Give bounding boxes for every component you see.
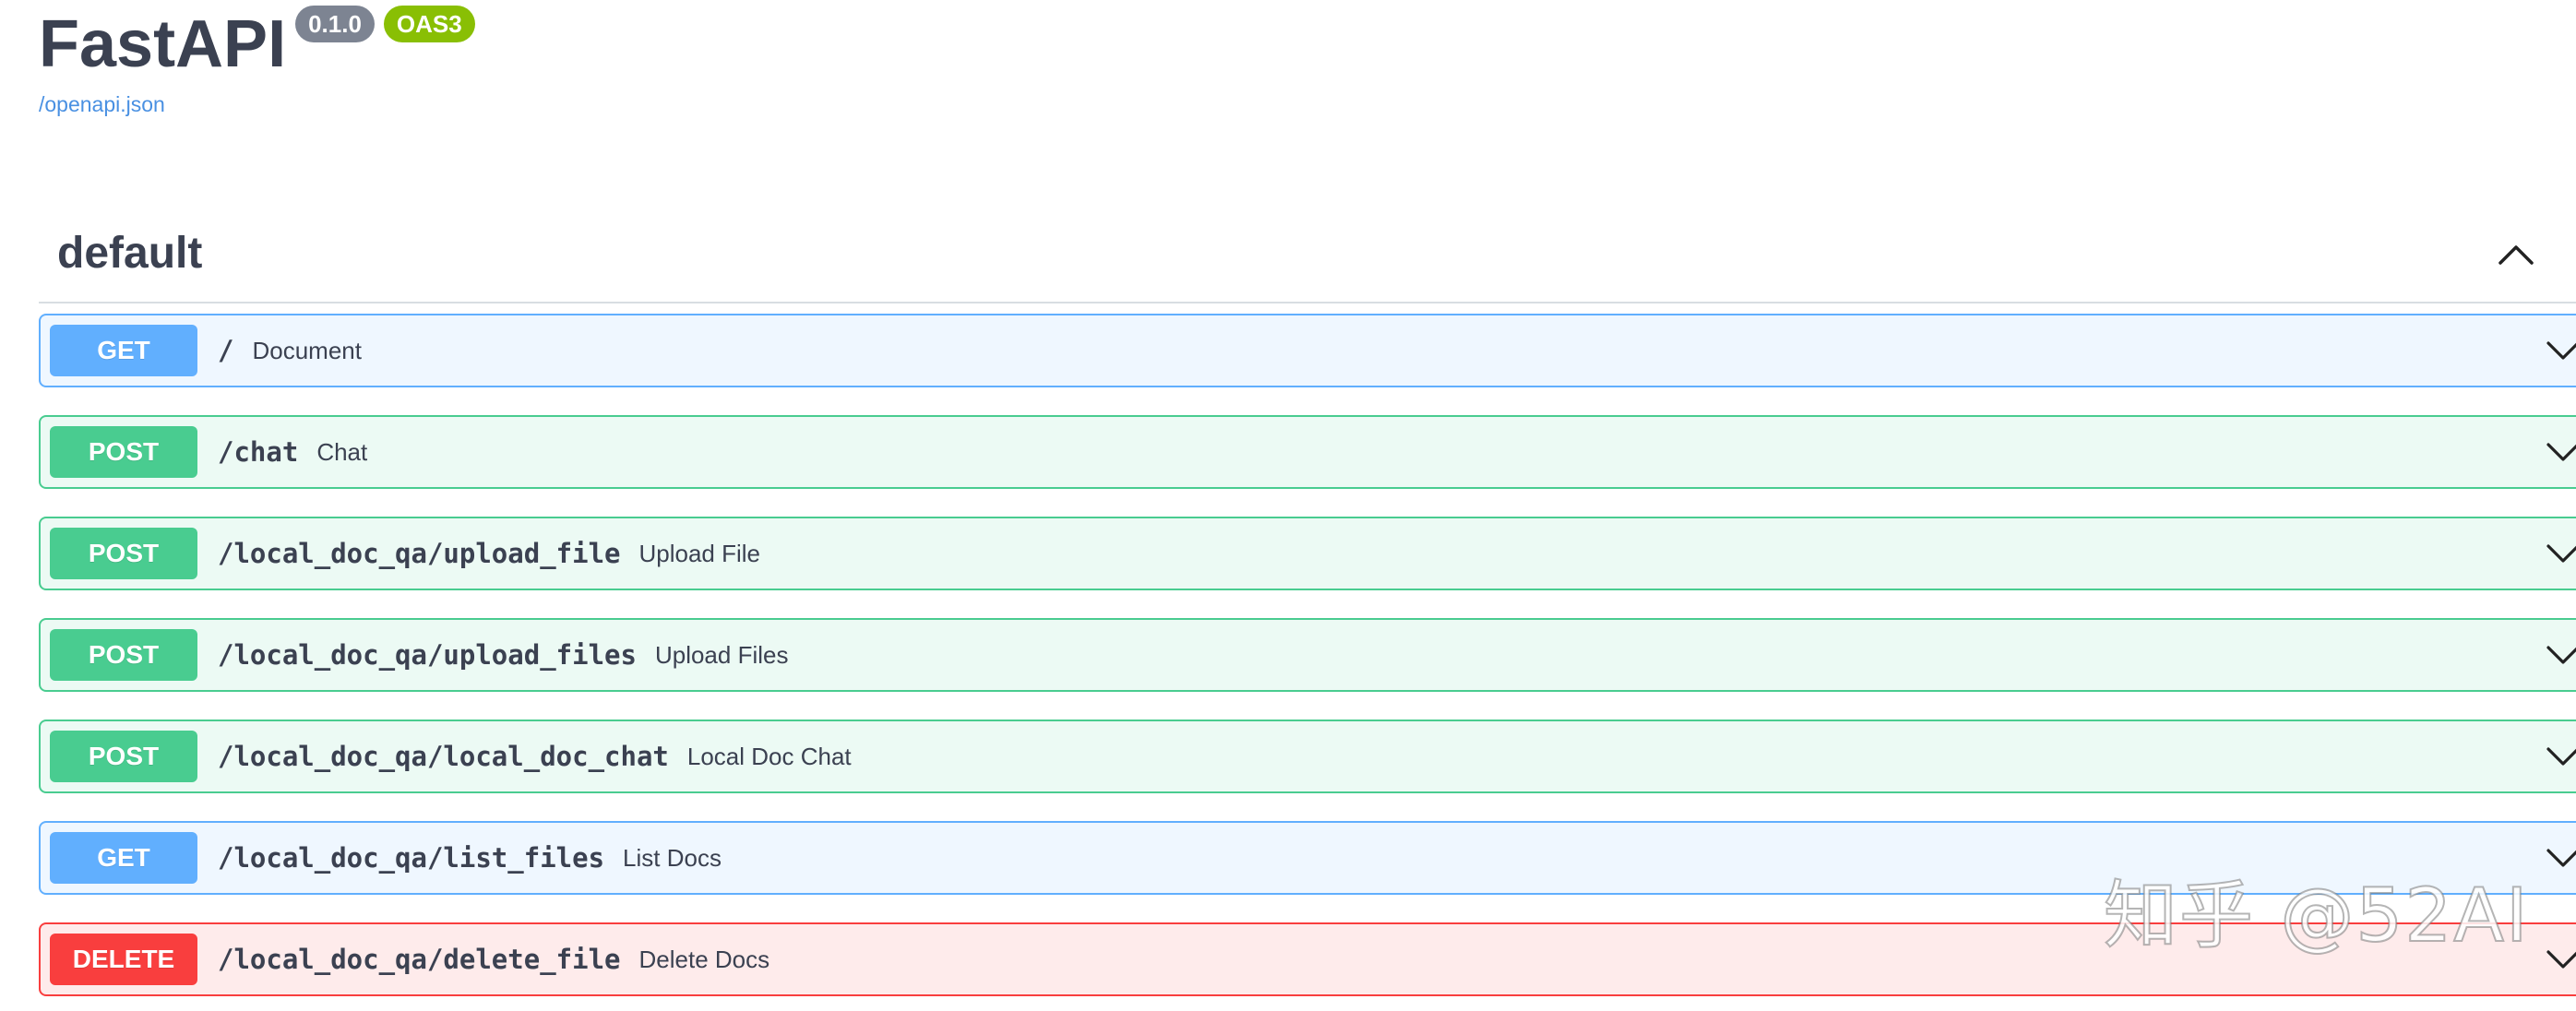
chevron-down-icon[interactable] (2543, 532, 2576, 573)
operations-list: GET / Document POST/chat Chat POST/local_doc_… (39, 314, 2576, 1011)
chevron-down-icon[interactable] (2543, 837, 2576, 877)
operation-path: /local_doc_qa/delete_file (218, 944, 621, 975)
operation-summary: Upload Files (654, 640, 789, 669)
method-badge: GET (50, 325, 197, 376)
operation-path: /local_doc_qa/upload_files (218, 639, 637, 671)
openapi-json-link[interactable]: /openapi.json (39, 92, 475, 117)
operation-row-delete[interactable]: DELETE/local_doc_qa/delete_file Delete Do… (39, 922, 2576, 996)
api-info-header: FastAPI 0.1.0 OAS3 /openapi.json (39, 0, 475, 117)
operation-row-post[interactable]: POST/local_doc_qa/upload_files Upload Fil… (39, 618, 2576, 692)
operation-summary: Delete Docs (638, 945, 770, 973)
operation-summary: List Docs (623, 843, 722, 872)
chevron-down-icon[interactable] (2543, 634, 2576, 674)
chevron-up-icon[interactable] (2493, 232, 2539, 278)
chevron-down-icon[interactable] (2543, 431, 2576, 471)
chevron-down-icon[interactable] (2543, 938, 2576, 979)
operation-summary: Local Doc Chat (686, 742, 852, 770)
method-badge: DELETE (50, 934, 197, 985)
tag-section-header[interactable]: default (39, 208, 2576, 303)
operation-summary: Chat (316, 437, 368, 466)
api-title: FastAPI (39, 7, 287, 81)
operation-row-get[interactable]: GET/local_doc_qa/list_files List Docs (39, 821, 2576, 895)
method-badge: POST (50, 528, 197, 579)
tag-section-title: default (57, 229, 203, 278)
method-badge: POST (50, 426, 197, 478)
operation-row-post[interactable]: POST/chat Chat (39, 415, 2576, 489)
operation-path: / (218, 335, 234, 366)
operation-summary: Document (252, 336, 362, 364)
operation-summary: Upload File (638, 539, 761, 567)
swagger-page: FastAPI 0.1.0 OAS3 /openapi.json default… (0, 0, 2576, 1011)
chevron-down-icon[interactable] (2543, 329, 2576, 370)
method-badge: POST (50, 629, 197, 681)
version-badge: 0.1.0 (295, 6, 375, 42)
method-badge: GET (50, 832, 197, 884)
operation-path: /chat (218, 436, 299, 468)
operation-path: /local_doc_qa/upload_file (218, 538, 621, 569)
oas-badge: OAS3 (383, 6, 475, 42)
chevron-down-icon[interactable] (2543, 735, 2576, 776)
operation-row-get[interactable]: GET / Document (39, 314, 2576, 387)
title-row: FastAPI 0.1.0 OAS3 (39, 0, 475, 77)
operation-path: /local_doc_qa/local_doc_chat (218, 741, 669, 772)
operation-row-post[interactable]: POST/local_doc_qa/local_doc_chat Local Do… (39, 720, 2576, 793)
method-badge: POST (50, 731, 197, 782)
operation-row-post[interactable]: POST/local_doc_qa/upload_file Upload File (39, 517, 2576, 590)
operation-path: /local_doc_qa/list_files (218, 842, 605, 874)
